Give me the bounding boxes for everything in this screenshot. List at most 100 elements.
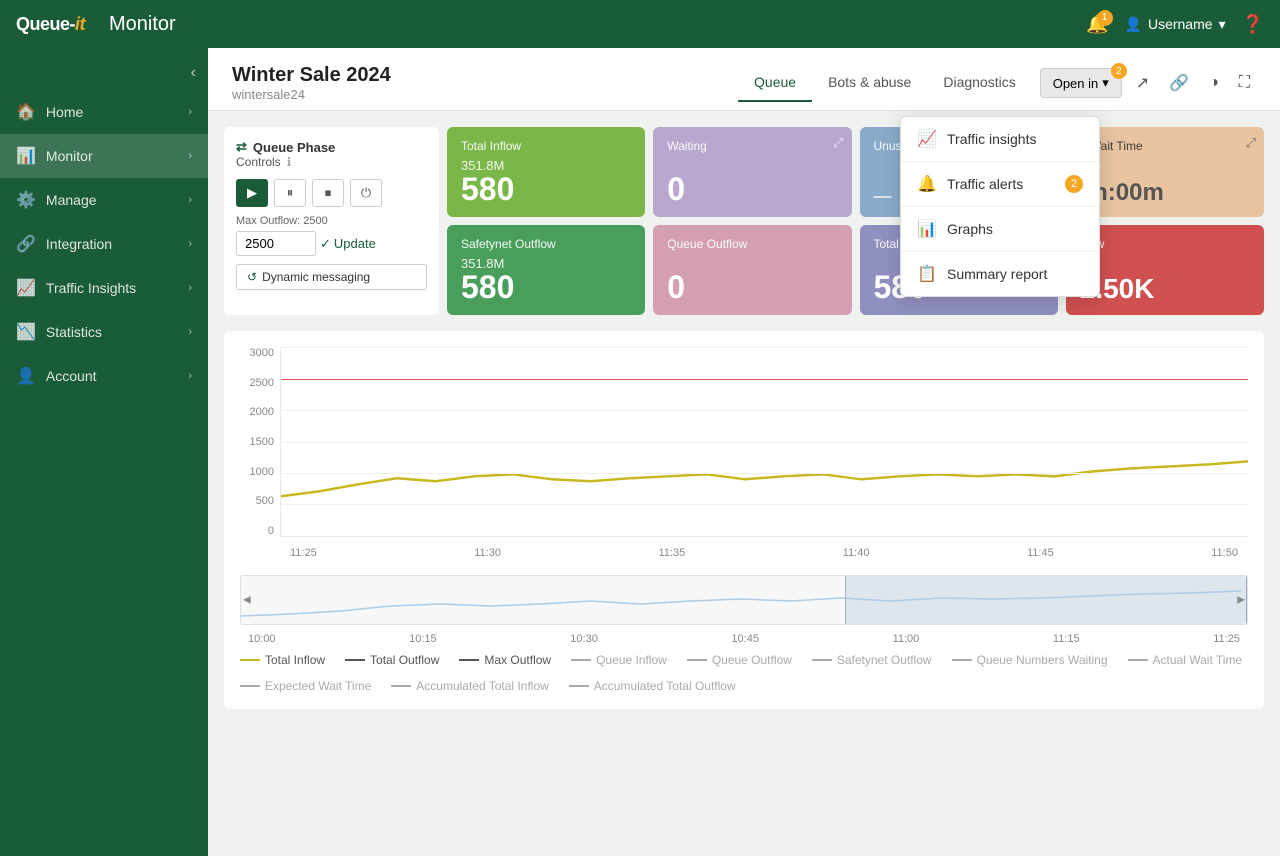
legend-label: Safetynet Outflow (837, 653, 932, 667)
metric-value: 580 (461, 173, 631, 205)
chevron-down-icon: › (188, 150, 192, 162)
tab-bots-abuse[interactable]: Bots & abuse (812, 64, 927, 102)
message-icon: ↺ (247, 270, 257, 284)
tab-diagnostics[interactable]: Diagnostics (927, 64, 1031, 102)
sidebar-collapse-button[interactable]: ‹ (179, 56, 208, 90)
dropdown-label: Traffic alerts (947, 176, 1023, 192)
chevron-right-icon: › (188, 282, 192, 294)
navigator-left-arrow[interactable]: ◀ (243, 595, 251, 606)
top-navigation: Queue-it Monitor 🔔 1 👤 Username ▾ ❓ (0, 0, 1280, 48)
chevron-right-icon: › (188, 370, 192, 382)
nav-x-label: 10:15 (409, 633, 437, 645)
x-label: 11:30 (474, 547, 501, 567)
legend-line (569, 685, 589, 687)
navigator-selection[interactable] (845, 576, 1247, 624)
legend-line (459, 659, 479, 661)
legend-label: Accumulated Total Inflow (416, 679, 549, 693)
y-label: 3000 (250, 347, 274, 359)
expand-icon[interactable]: ⤢ (1246, 135, 1256, 151)
x-label: 11:45 (1027, 547, 1054, 567)
dropdown-item-graphs[interactable]: 📊 Graphs (901, 207, 1099, 252)
dropdown-item-traffic-insights[interactable]: 📈 Traffic insights (901, 117, 1099, 162)
expand-icon[interactable]: ⤢ (833, 135, 843, 151)
sidebar-item-statistics[interactable]: 📉 Statistics › (0, 310, 208, 354)
report-icon: 📋 (917, 264, 937, 284)
metric-safetynet-outflow: Safetynet Outflow 351.8M 580 (447, 225, 645, 315)
metric-waiting: Waiting ⤢ 0 (653, 127, 851, 217)
chart-plot (280, 347, 1248, 537)
open-in-label: Open in (1053, 76, 1099, 91)
sidebar-item-traffic-insights[interactable]: 📈 Traffic Insights › (0, 266, 208, 310)
external-link-button[interactable]: ↗ (1130, 67, 1155, 99)
chevron-down-icon: ▾ (1102, 75, 1109, 91)
x-label: 11:25 (290, 547, 317, 567)
theme-toggle-button[interactable]: ◑ (1203, 68, 1225, 98)
traffic-insights-icon: 📈 (16, 278, 36, 298)
update-button[interactable]: ✓ Update (320, 231, 376, 256)
notification-badge: 1 (1097, 10, 1113, 26)
nav-x-label: 10:00 (248, 633, 276, 645)
legend-item-queue-inflow: Queue Inflow (571, 653, 667, 667)
info-icon: ℹ (287, 155, 292, 169)
chart-area: 3000 2500 2000 1500 1000 500 0 (224, 331, 1264, 709)
metric-label: Safetynet Outflow (461, 237, 631, 251)
header-tabs: Queue Bots & abuse Diagnostics (738, 64, 1032, 102)
grid-line (281, 442, 1248, 443)
legend-item-safetynet-outflow: Safetynet Outflow (812, 653, 932, 667)
navigator-right-arrow[interactable]: ▶ (1237, 595, 1245, 606)
stop-button[interactable]: ⏹ (312, 179, 344, 207)
control-buttons: ▶ ⏸ ⏹ ⏻ (236, 179, 427, 207)
dropdown-item-summary-report[interactable]: 📋 Summary report (901, 252, 1099, 296)
bell-icon: 🔔 (917, 174, 937, 194)
sidebar-item-integration[interactable]: 🔗 Integration › (0, 222, 208, 266)
metric-label: Queue Outflow (667, 237, 837, 251)
dropdown-item-traffic-alerts[interactable]: 🔔 Traffic alerts 2 (901, 162, 1099, 207)
sidebar-item-account[interactable]: 👤 Account › (0, 354, 208, 398)
link-button[interactable]: 🔗 (1163, 67, 1195, 99)
monitor-icon: 📊 (16, 146, 36, 166)
controls-header: Controls ℹ (236, 155, 427, 169)
play-button[interactable]: ▶ (236, 179, 268, 207)
queue-name: Winter Sale 2024 (232, 64, 391, 87)
metric-value: 0 (667, 173, 837, 205)
check-icon: ✓ (320, 236, 331, 252)
nav-x-label: 11:25 (1213, 633, 1240, 645)
fullscreen-button[interactable]: ⛶ (1233, 68, 1256, 98)
user-menu-button[interactable]: 👤 Username ▾ (1125, 16, 1226, 33)
legend-item-queue-numbers-waiting: Queue Numbers Waiting (952, 653, 1108, 667)
legend-label: Expected Wait Time (265, 679, 371, 693)
sidebar-item-manage[interactable]: ⚙️ Manage › (0, 178, 208, 222)
sidebar-item-home[interactable]: 🏠 Home › (0, 90, 208, 134)
legend-item-total-inflow: Total Inflow (240, 653, 325, 667)
help-button[interactable]: ❓ (1242, 14, 1264, 35)
sidebar-item-label: Monitor (46, 148, 93, 164)
navigator-x-labels: 10:00 10:15 10:30 10:45 11:00 11:15 11:2… (240, 633, 1248, 645)
grid-line (281, 504, 1248, 505)
dynamic-messaging-button[interactable]: ↺ Dynamic messaging (236, 264, 427, 290)
x-label: 11:35 (659, 547, 686, 567)
chart-legend: Total Inflow Total Outflow Max Outflow Q… (240, 653, 1248, 693)
outflow-input-row: ✓ Update (236, 231, 427, 256)
top-nav-right: 🔔 1 👤 Username ▾ ❓ (1086, 14, 1264, 35)
pause-button[interactable]: ⏸ (274, 179, 306, 207)
legend-line (571, 659, 591, 661)
legend-line (240, 659, 260, 661)
chevron-down-icon: ▾ (1219, 16, 1226, 33)
y-label: 1500 (250, 436, 274, 448)
legend-item-max-outflow: Max Outflow (459, 653, 551, 667)
metric-label: d Wait Time (1080, 139, 1250, 153)
chevron-right-icon: › (188, 194, 192, 206)
user-icon: 👤 (1125, 16, 1142, 33)
chevron-right-icon: › (188, 326, 192, 338)
tab-queue[interactable]: Queue (738, 64, 812, 102)
outflow-input[interactable] (236, 231, 316, 256)
sidebar-item-monitor[interactable]: 📊 Monitor › (0, 134, 208, 178)
power-button[interactable]: ⏻ (350, 179, 382, 207)
legend-item-accumulated-total-outflow: Accumulated Total Outflow (569, 679, 736, 693)
chart-navigator[interactable]: ◀ ▶ (240, 575, 1248, 625)
open-in-button[interactable]: Open in ▾ 2 (1040, 68, 1122, 98)
notifications-button[interactable]: 🔔 1 (1086, 14, 1108, 35)
legend-label: Total Inflow (265, 653, 325, 667)
alerts-badge: 2 (1065, 175, 1083, 193)
manage-icon: ⚙️ (16, 190, 36, 210)
